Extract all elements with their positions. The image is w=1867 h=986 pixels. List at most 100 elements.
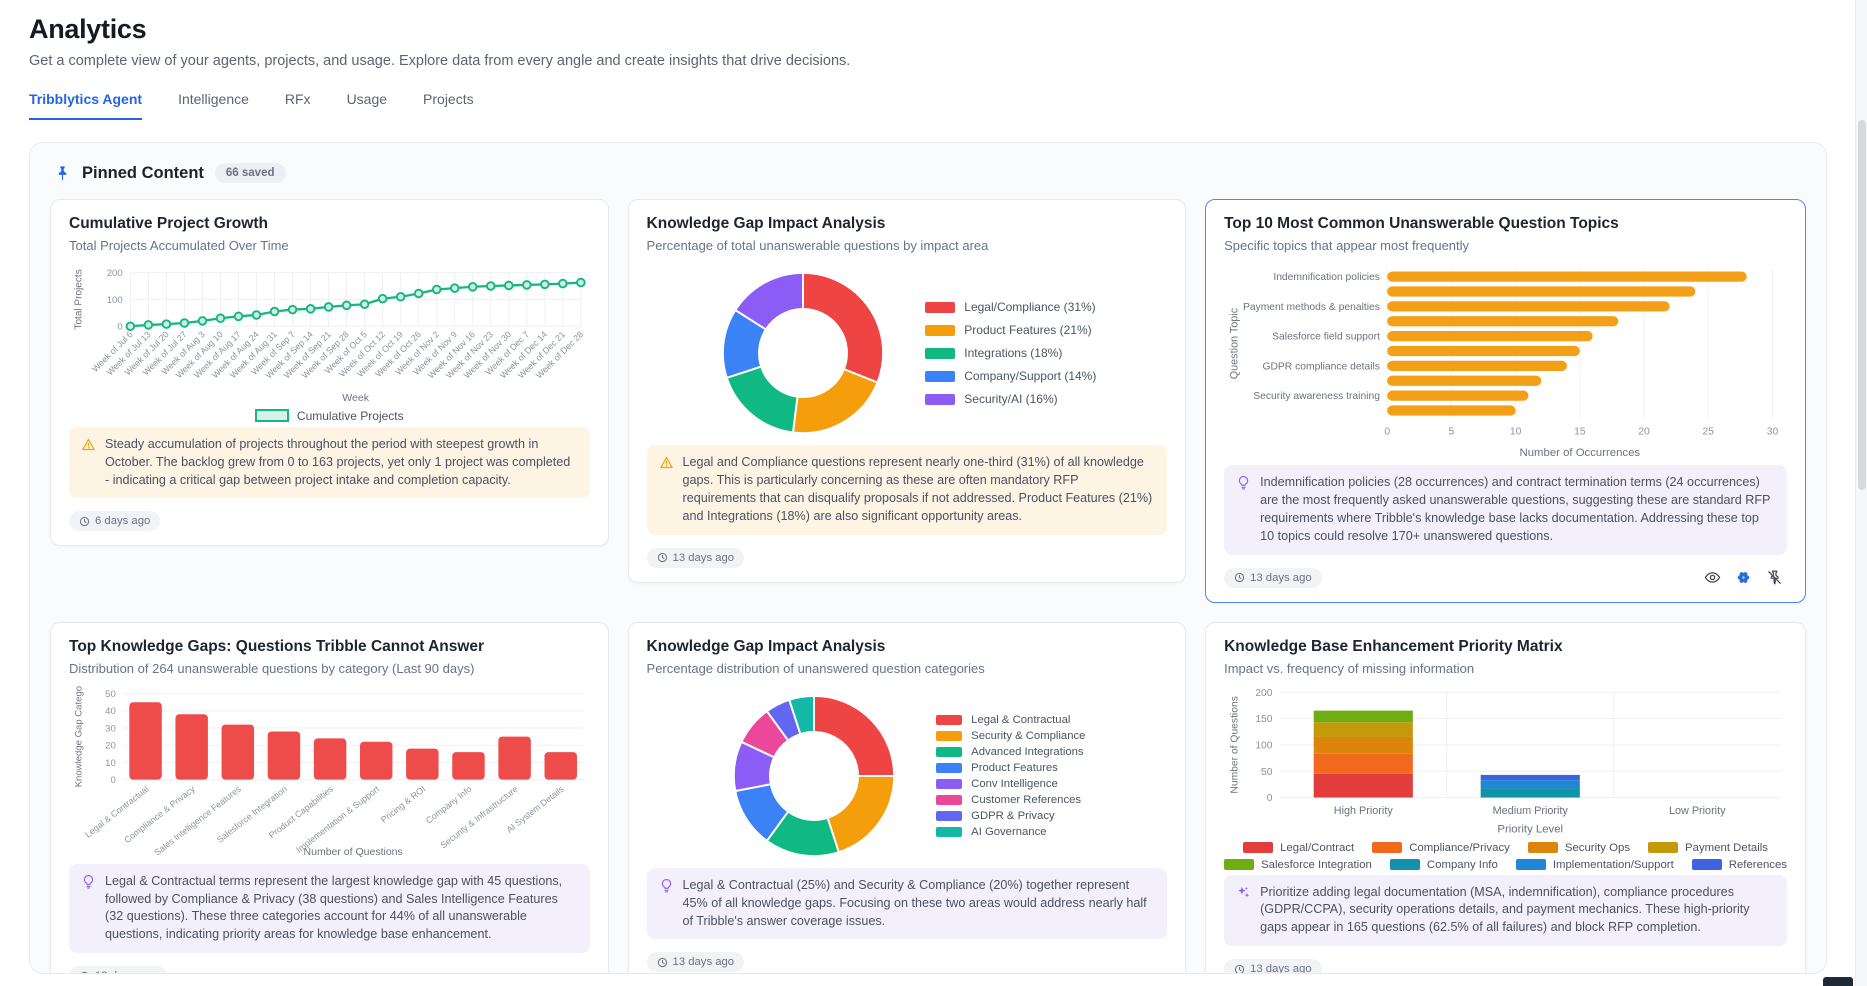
bar[interactable] — [1387, 405, 1515, 415]
bar[interactable] — [406, 748, 438, 779]
bar[interactable] — [1387, 390, 1528, 400]
legend-item[interactable]: Company/Support (14%) — [925, 369, 1096, 383]
floating-widget[interactable] — [1823, 977, 1853, 986]
legend-item[interactable]: Customer References — [936, 794, 1085, 806]
bar[interactable] — [1387, 271, 1747, 281]
legend-item[interactable]: Advanced Integrations — [936, 746, 1085, 758]
insight-box: Prioritize adding legal documentation (M… — [1224, 875, 1787, 947]
insight-box: Indemnification policies (28 occurrences… — [1224, 465, 1787, 555]
bar[interactable] — [1387, 331, 1592, 341]
svg-text:Security & Infrastructure: Security & Infrastructure — [438, 784, 519, 851]
stack-segment[interactable] — [1481, 788, 1580, 797]
pinned-card[interactable]: Knowledge Gap Impact AnalysisPercentage … — [628, 622, 1187, 974]
insight-icon-wrap — [1236, 475, 1251, 546]
svg-text:High Priority: High Priority — [1334, 805, 1394, 817]
flower-button[interactable] — [1731, 565, 1756, 590]
unpin-button[interactable] — [1762, 565, 1787, 590]
donut-slice[interactable] — [803, 273, 883, 383]
svg-text:Company Info: Company Info — [424, 784, 474, 826]
legend-label: Salesforce Integration — [1261, 859, 1372, 871]
legend-item[interactable]: Compliance/Privacy — [1372, 842, 1510, 854]
bar[interactable] — [360, 742, 392, 780]
legend-item[interactable]: AI Governance — [936, 826, 1085, 838]
legend-item[interactable]: Security/AI (16%) — [925, 392, 1096, 406]
legend-item[interactable]: Security & Compliance — [936, 730, 1085, 742]
bar[interactable] — [1387, 286, 1695, 296]
legend-item[interactable]: Legal & Contractual — [936, 714, 1085, 726]
donut-slice[interactable] — [793, 369, 878, 433]
tab-intelligence[interactable]: Intelligence — [178, 91, 249, 120]
card-footer: 13 days ago — [1224, 564, 1787, 592]
legend-label: Implementation/Support — [1553, 859, 1674, 871]
scrollbar[interactable] — [1855, 0, 1867, 986]
legend-item[interactable]: Product Features — [936, 762, 1085, 774]
donut-slice[interactable] — [814, 696, 894, 776]
legend-item[interactable]: GDPR & Privacy — [936, 810, 1085, 822]
legend-swatch-cumulative-projects[interactable] — [255, 409, 289, 422]
tab-projects[interactable]: Projects — [423, 91, 474, 120]
svg-text:0: 0 — [110, 775, 115, 786]
pinned-card[interactable]: Knowledge Gap Impact AnalysisPercentage … — [628, 199, 1187, 583]
legend-label: Compliance/Privacy — [1409, 842, 1510, 854]
legend-item[interactable]: Integrations (18%) — [925, 346, 1096, 360]
stack-segment[interactable] — [1314, 710, 1413, 722]
bar[interactable] — [268, 731, 300, 779]
pinned-card[interactable]: Knowledge Base Enhancement Priority Matr… — [1205, 622, 1806, 974]
bar[interactable] — [1387, 361, 1567, 371]
svg-text:30: 30 — [1767, 426, 1779, 437]
legend-item[interactable]: Implementation/Support — [1516, 859, 1674, 871]
legend-swatch — [1224, 859, 1254, 870]
stack-segment[interactable] — [1314, 774, 1413, 798]
pinned-card[interactable]: Top Knowledge Gaps: Questions Tribble Ca… — [50, 622, 609, 974]
clock-icon — [657, 957, 668, 968]
insight-icon-wrap — [659, 878, 674, 931]
bar[interactable] — [544, 752, 576, 780]
legend-item[interactable]: Product Features (21%) — [925, 323, 1096, 337]
bar[interactable] — [452, 752, 484, 780]
pinned-card[interactable]: Top 10 Most Common Unanswerable Question… — [1205, 199, 1806, 603]
donut-slice[interactable] — [828, 776, 895, 852]
bar[interactable] — [222, 724, 254, 779]
insight-box: Legal & Contractual terms represent the … — [69, 864, 590, 954]
stack-segment[interactable] — [1314, 754, 1413, 774]
card-subtitle: Total Projects Accumulated Over Time — [69, 238, 590, 253]
timestamp-badge: 13 days ago — [647, 548, 745, 568]
stack-segment[interactable] — [1314, 737, 1413, 754]
legend-item[interactable]: References — [1692, 859, 1787, 871]
tab-rfx[interactable]: RFx — [285, 91, 311, 120]
bar[interactable] — [498, 736, 530, 779]
bar[interactable] — [1387, 376, 1541, 386]
bar[interactable] — [1387, 301, 1670, 311]
chart-area: Legal & Contractual Security & Compliance… — [647, 686, 1168, 864]
donut-slice[interactable] — [727, 367, 798, 433]
view-button[interactable] — [1700, 565, 1725, 590]
card-subtitle: Percentage distribution of unanswered qu… — [647, 661, 1168, 676]
pinned-card[interactable]: Cumulative Project GrowthTotal Projects … — [50, 199, 609, 546]
legend-swatch — [1692, 859, 1722, 870]
stack-segment[interactable] — [1481, 775, 1580, 780]
legend-swatch — [925, 371, 955, 382]
lightbulb-icon — [1236, 475, 1251, 490]
tab-usage[interactable]: Usage — [347, 91, 387, 120]
legend-item[interactable]: Payment Details — [1648, 842, 1768, 854]
bar[interactable] — [175, 714, 207, 779]
stack-segment[interactable] — [1481, 780, 1580, 788]
bar[interactable] — [1387, 316, 1618, 326]
hbar-chart-canvas: 051015202530Indemnification policiesPaym… — [1224, 263, 1787, 461]
svg-text:10: 10 — [1510, 426, 1522, 437]
svg-text:Number of Occurrences: Number of Occurrences — [1520, 447, 1641, 459]
svg-text:20: 20 — [1638, 426, 1650, 437]
legend-item[interactable]: Legal/Compliance (31%) — [925, 300, 1096, 314]
bar[interactable] — [314, 738, 346, 779]
legend-item[interactable]: Legal/Contract — [1243, 842, 1354, 854]
legend-item[interactable]: Security Ops — [1528, 842, 1630, 854]
legend-item[interactable]: Company Info — [1390, 859, 1498, 871]
bar[interactable] — [1387, 346, 1580, 356]
svg-text:Low Priority: Low Priority — [1669, 805, 1726, 817]
stack-segment[interactable] — [1314, 722, 1413, 737]
legend-item[interactable]: Conv Intelligence — [936, 778, 1085, 790]
scrollbar-thumb[interactable] — [1858, 120, 1866, 490]
tab-tribblytics-agent[interactable]: Tribblytics Agent — [29, 91, 142, 120]
legend-item[interactable]: Salesforce Integration — [1224, 859, 1372, 871]
bar[interactable] — [129, 702, 161, 779]
